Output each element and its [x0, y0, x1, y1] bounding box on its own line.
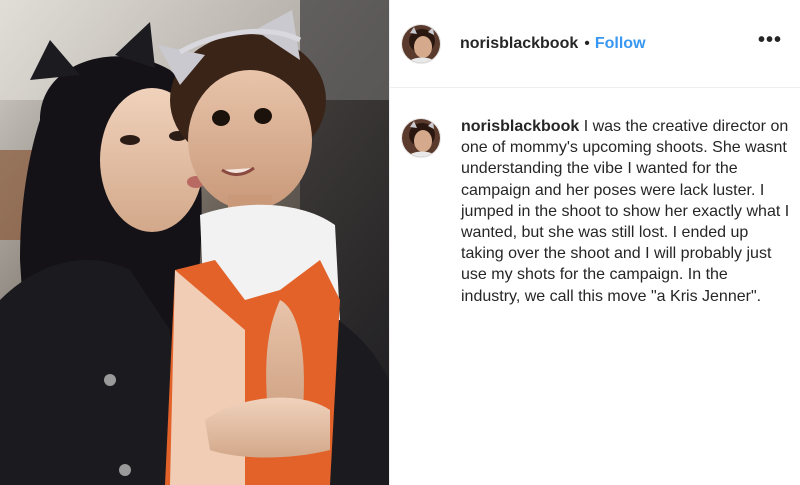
follow-button[interactable]: Follow [595, 35, 646, 53]
post-photo-illustration [0, 0, 389, 485]
separator-dot: • [584, 34, 590, 52]
caption-avatar[interactable] [401, 118, 441, 158]
caption-text-block: norisblackbook I was the creative direct… [461, 116, 791, 307]
header-username[interactable]: norisblackbook [460, 35, 578, 53]
post-header: norisblackbook • Follow ••• [390, 0, 800, 88]
avatar-image [402, 24, 440, 63]
header-avatar[interactable] [401, 23, 441, 64]
more-options-icon[interactable]: ••• [758, 30, 782, 50]
post-side-panel: norisblackbook • Follow ••• norisblackbo… [389, 0, 800, 485]
avatar-image [402, 119, 440, 157]
post-photo[interactable] [0, 0, 389, 485]
caption-text: I was the creative director on one of mo… [461, 118, 790, 305]
caption-comment: norisblackbook I was the creative direct… [401, 116, 796, 307]
caption-username[interactable]: norisblackbook [461, 118, 579, 135]
